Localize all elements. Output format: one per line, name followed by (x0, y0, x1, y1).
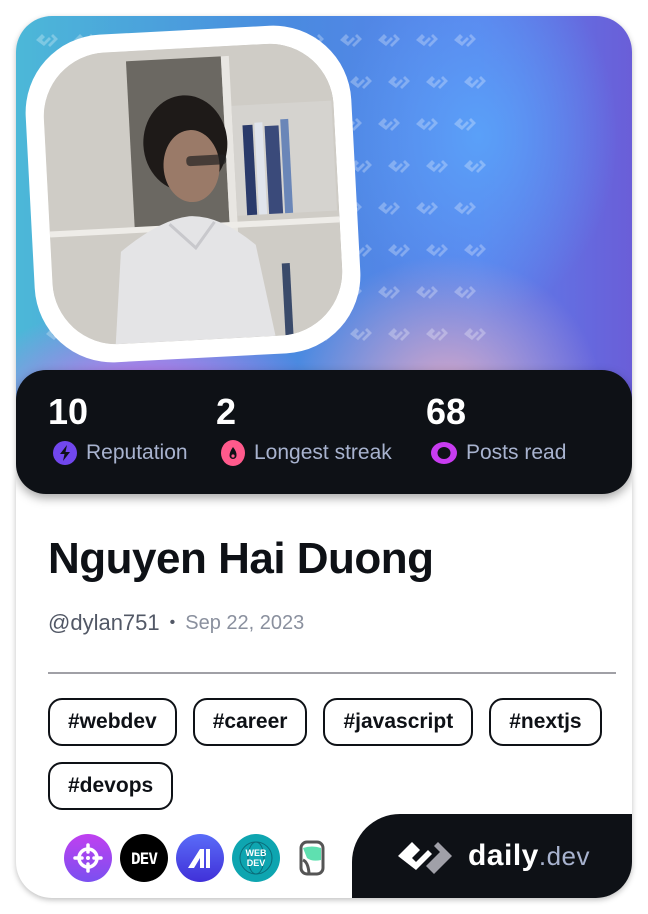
stat-longest-streak: 2 Longest streak (198, 392, 392, 466)
book-logo (299, 840, 325, 876)
pattern-logo-mark (416, 118, 438, 131)
reputation-label: Reputation (86, 441, 188, 464)
profile-photo-icon (40, 40, 346, 348)
pattern-logo-mark (464, 160, 486, 173)
cover-background (16, 16, 632, 416)
pattern-logo-mark (388, 328, 410, 341)
source-web-dev[interactable]: WEB DEV (232, 834, 280, 882)
pattern-logo-mark (416, 34, 438, 47)
pattern-logo-mark (388, 160, 410, 173)
stat-reputation: 10 Reputation (30, 392, 188, 466)
divider (48, 672, 616, 674)
pattern-logo-mark (340, 34, 362, 47)
daily-dev-logo-icon (397, 842, 452, 874)
daily-dev-brand[interactable]: daily.dev (352, 814, 632, 898)
separator: • (169, 614, 176, 631)
stats-bar: 10 Reputation 2 Longest streak 68 Posts … (16, 370, 632, 494)
dev-logo: DEV (131, 848, 158, 868)
posts-read-label: Posts read (466, 441, 567, 464)
a-logo (188, 849, 210, 868)
source-book[interactable] (288, 834, 336, 882)
pattern-logo-mark (378, 34, 400, 47)
pattern-logo-mark (426, 160, 448, 173)
pattern-logo-mark (454, 202, 476, 215)
tag-chip[interactable]: #webdev (48, 698, 177, 746)
avatar (40, 40, 346, 348)
pattern-logo-mark (388, 244, 410, 257)
streak-value: 2 (216, 391, 237, 432)
pattern-logo-mark (454, 286, 476, 299)
source-list: DEV WEB DEV (64, 834, 336, 882)
tag-chip[interactable]: #devops (48, 762, 174, 810)
reputation-value: 10 (48, 391, 89, 432)
brand-tld: .dev (538, 841, 591, 871)
pattern-logo-mark (416, 202, 438, 215)
pattern-logo-mark (454, 118, 476, 131)
pattern-logo-mark (454, 34, 476, 47)
tag-chip[interactable]: #nextjs (489, 698, 602, 746)
posts-read-value: 68 (426, 391, 467, 432)
pattern-logo-mark (350, 76, 372, 89)
eye-icon (431, 442, 457, 464)
pattern-logo-mark (378, 202, 400, 215)
streak-label: Longest streak (254, 441, 392, 464)
brand-name: daily.dev (468, 839, 590, 873)
pattern-logo-mark (464, 328, 486, 341)
avatar-frame (21, 21, 365, 367)
crosshair-icon (73, 843, 103, 873)
stat-posts-read: 68 Posts read (408, 392, 566, 466)
source-crosshair[interactable] (64, 834, 112, 882)
web-dev-logo: WEB DEV (239, 841, 273, 875)
pattern-logo-mark (426, 244, 448, 257)
tag-list: #webdev #career #javascript #nextjs #dev… (48, 698, 608, 810)
pattern-logo-mark (416, 286, 438, 299)
pattern-logo-mark (378, 286, 400, 299)
pattern-logo-mark (350, 328, 372, 341)
pattern-logo-mark (378, 118, 400, 131)
tag-chip[interactable]: #javascript (323, 698, 474, 746)
profile-name: Nguyen Hai Duong (48, 534, 434, 583)
pattern-logo-mark (464, 244, 486, 257)
brand-name-text: daily (467, 839, 539, 872)
pattern-logo-mark (464, 76, 486, 89)
source-a[interactable] (176, 834, 224, 882)
profile-handle: @dylan751 (48, 610, 160, 635)
svg-text:WEB: WEB (246, 848, 267, 858)
svg-text:DEV: DEV (247, 858, 266, 868)
devcard: 10 Reputation 2 Longest streak 68 Posts … (16, 16, 632, 898)
pattern-logo-mark (388, 76, 410, 89)
pattern-logo-mark (36, 34, 58, 47)
joined-date: Sep 22, 2023 (185, 611, 305, 634)
flame-icon (221, 440, 245, 466)
tag-chip[interactable]: #career (192, 698, 308, 746)
pattern-logo-mark (426, 328, 448, 341)
profile-meta: @dylan751 • Sep 22, 2023 (48, 610, 304, 636)
pattern-logo-mark (426, 76, 448, 89)
lightning-icon (53, 441, 77, 465)
source-dev-to[interactable]: DEV (120, 834, 168, 882)
